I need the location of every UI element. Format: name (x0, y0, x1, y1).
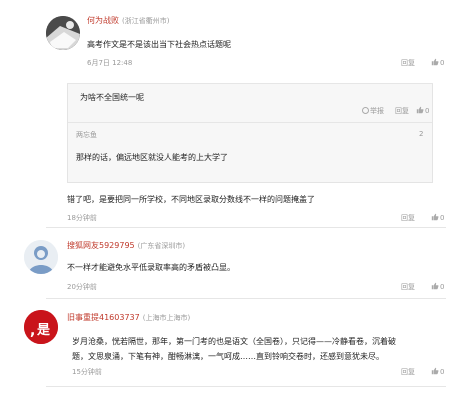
thumbs-up-icon (431, 213, 439, 221)
thumbs-up-icon (431, 58, 439, 66)
like-button[interactable]: 0 (416, 106, 429, 115)
username[interactable]: 旧事重提41603737 (67, 313, 140, 322)
comment-header: 搜狐网友5929795 (广东省深圳市) (67, 240, 185, 251)
divider (68, 122, 432, 123)
like-button[interactable]: 0 (431, 367, 444, 376)
user-location: (上海市上海市) (142, 314, 191, 322)
report-label: 举报 (370, 107, 384, 115)
comment-time: 15分钟前 (72, 368, 102, 376)
comment-header: 何为战败 (浙江省衢州市) (87, 15, 169, 26)
like-count: 0 (425, 107, 430, 115)
comment-time: 18分钟前 (67, 214, 97, 222)
comment-header: 旧事重提41603737 (上海市上海市) (67, 312, 190, 323)
thumbs-up-icon (431, 367, 439, 375)
like-button[interactable]: 0 (431, 213, 444, 222)
avatar[interactable] (46, 16, 80, 50)
thumbs-up-icon (416, 106, 424, 114)
reply-button[interactable]: 回复 (401, 213, 415, 223)
username[interactable]: 搜狐网友5929795 (67, 241, 135, 250)
like-count: 0 (440, 283, 445, 291)
divider (67, 83, 433, 84)
like-count: 0 (440, 59, 445, 67)
user-location: (广东省深圳市) (137, 242, 186, 250)
user-location: (浙江省衢州市) (122, 17, 170, 25)
like-button[interactable]: 0 (431, 58, 444, 67)
username[interactable]: 何为战败 (87, 16, 119, 25)
comment-time: 20分钟前 (67, 283, 97, 291)
quoted-username[interactable]: 两忘鱼 (76, 130, 97, 140)
avatar[interactable] (24, 240, 58, 274)
divider (46, 386, 446, 387)
like-count: 0 (440, 214, 445, 222)
comment-text: 高考作文是不是该出当下社会热点话题呢 (87, 40, 231, 49)
avatar[interactable]: , 是 (24, 310, 58, 344)
reply-button[interactable]: 回复 (401, 282, 415, 292)
like-button[interactable]: 0 (431, 282, 444, 291)
divider (46, 227, 446, 228)
report-button[interactable]: 举报 (362, 106, 384, 116)
thumbs-up-icon (431, 282, 439, 290)
reply-button[interactable]: 回复 (401, 367, 415, 377)
reply-button[interactable]: 回复 (401, 58, 415, 68)
comment-text: 错了吧，是要把同一所学校，不同地区录取分数线不一样的问题掩盖了 (67, 195, 315, 204)
divider (46, 298, 446, 299)
comment-text: 不一样才能避免水平低录取率高的矛盾被凸显。 (67, 263, 235, 272)
like-count: 0 (440, 368, 445, 376)
comment-text-line: 岁月沧桑，恍若隔世，那年，第一门考的也是语文（全国卷），只记得——冷静看卷，沉着… (72, 337, 396, 346)
floor-number: 2 (419, 130, 424, 138)
reply-button[interactable]: 回复 (395, 106, 409, 116)
quoted-text: 为啥不全国统一呢 (80, 93, 144, 102)
svg-text:,: , (30, 323, 35, 339)
quoted-text: 那样的话，偏远地区就没人能考的上大学了 (76, 153, 228, 162)
avatar-text: 是 (36, 323, 51, 338)
warning-icon (362, 107, 369, 114)
comment-time: 6月7日 12:48 (87, 59, 133, 67)
comment-text-line: 题，文思泉涌，下笔有神，酣畅淋漓，一气呵成……直到铃响交卷时，还感到意犹未尽。 (72, 352, 384, 361)
